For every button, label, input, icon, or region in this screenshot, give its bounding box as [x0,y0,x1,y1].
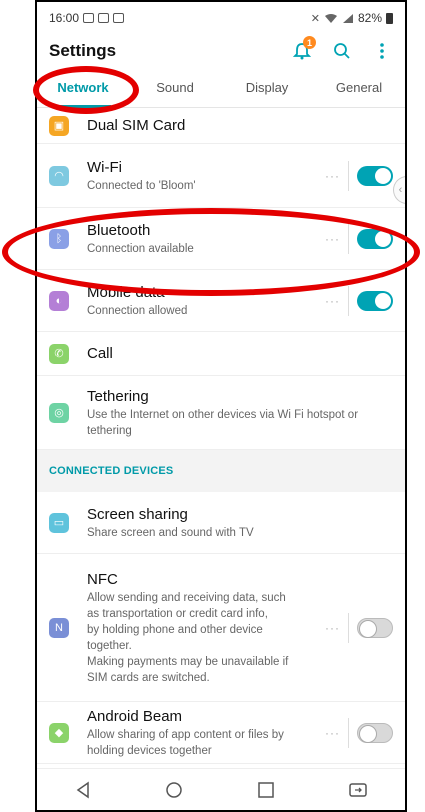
more-dots-icon: ··· [325,725,340,740]
item-subtitle-line: by holding phone and other device [87,623,263,636]
status-time: 16:00 [49,11,80,25]
list-item-dual-sim[interactable]: ▣ Dual SIM Card [37,108,405,144]
status-bar: 16:00 ✕ 82% [37,2,405,34]
item-title: Bluetooth [87,221,151,239]
mobile-data-icon: ◐ [49,290,69,311]
mobile-data-toggle[interactable] [357,290,393,311]
item-subtitle-line: together. [87,639,132,652]
search-button[interactable] [331,40,353,62]
item-subtitle-line: as transportation or credit card info, [87,607,268,620]
more-options-button[interactable] [371,40,393,62]
notification-icon [98,13,110,23]
divider [348,223,349,254]
bluetooth-toggle[interactable] [357,228,393,249]
item-title: Dual SIM Card [87,116,186,134]
divider [348,612,349,643]
list-item-screen-sharing[interactable]: ▭ Screen sharing Share screen and sound … [37,492,405,554]
screen-share-icon: ▭ [49,512,69,533]
tab-network[interactable]: Network [37,68,129,108]
list-item-bluetooth[interactable]: ᛒ Bluetooth Connection available ··· [37,208,405,270]
item-title: Mobile data [87,283,165,301]
home-icon[interactable] [165,781,183,799]
item-subtitle-line: SIM cards are switched. [87,671,210,684]
item-subtitle-line: Making payments may be unavailable if [87,655,289,668]
notification-icon [83,13,95,23]
mute-icon: ✕ [310,12,320,25]
settings-tabs: Network Sound Display General [37,68,405,108]
tab-display[interactable]: Display [221,68,313,107]
divider [348,285,349,316]
phone-screen: 16:00 ✕ 82% Settings 1 Network Sound Dis… [35,0,407,812]
tab-general[interactable]: General [313,68,405,107]
recents-icon[interactable] [257,781,275,799]
more-dots-icon: ··· [325,168,340,183]
list-item-call[interactable]: ✆ Call [37,332,405,376]
settings-list: ▣ Dual SIM Card ◠ Wi-Fi Connected to 'Bl… [37,108,405,764]
bluetooth-icon: ᛒ [49,228,69,249]
item-subtitle: Connection allowed [87,304,188,317]
item-title: Call [87,344,113,362]
item-title: NFC [87,570,118,588]
more-dots-icon: ··· [325,293,340,308]
more-dots-icon: ··· [325,231,340,246]
search-icon [334,43,350,59]
app-bar: Settings 1 [37,34,405,68]
switch-sim-icon[interactable] [348,781,368,799]
back-icon[interactable] [74,781,92,799]
item-subtitle: Use the Internet on other devices via Wi… [87,408,359,437]
item-title: Android Beam [87,707,183,725]
more-vert-icon [380,43,384,59]
phone-icon: ✆ [49,343,69,364]
image-icon [113,13,125,23]
nfc-icon: N [49,617,69,638]
item-title: Screen sharing [87,505,188,523]
tab-sound[interactable]: Sound [129,68,221,107]
item-subtitle: Connected to 'Bloom' [87,179,196,192]
section-header-connected-devices: CONNECTED DEVICES [37,450,405,492]
item-title: Tethering [87,387,149,405]
hotspot-icon: ◎ [49,402,69,423]
item-subtitle: Share screen and sound with TV [87,526,254,539]
list-item-nfc[interactable]: N NFC Allow sending and receiving data, … [37,554,405,702]
battery-icon [386,12,393,24]
list-item-tethering[interactable]: ◎ Tethering Use the Internet on other de… [37,376,405,450]
sim-card-icon: ▣ [49,115,69,136]
wifi-status-icon [324,13,337,23]
list-item-android-beam[interactable]: ◆ Android Beam Allow sharing of app cont… [37,702,405,764]
divider [348,717,349,748]
page-title: Settings [49,41,117,60]
android-beam-toggle[interactable] [357,722,393,743]
android-icon: ◆ [49,722,69,743]
list-item-wifi[interactable]: ◠ Wi-Fi Connected to 'Bloom' ··· [37,144,405,208]
signal-icon [342,13,353,23]
nfc-toggle[interactable] [357,617,393,638]
item-subtitle: Connection available [87,242,194,255]
item-subtitle-line: Allow sending and receiving data, such [87,591,286,604]
item-title: Wi-Fi [87,158,122,176]
navigation-bar [37,768,405,810]
notification-badge: 1 [303,36,316,49]
battery-level: 82% [357,11,382,25]
notifications-button[interactable]: 1 [291,36,316,62]
more-dots-icon: ··· [325,620,340,635]
list-item-mobile-data[interactable]: ◐ Mobile data Connection allowed ··· [37,270,405,332]
item-subtitle: Allow sharing of app content or files by… [87,728,284,757]
divider [348,160,349,191]
wifi-icon: ◠ [49,165,69,186]
wifi-toggle[interactable] [357,165,393,186]
